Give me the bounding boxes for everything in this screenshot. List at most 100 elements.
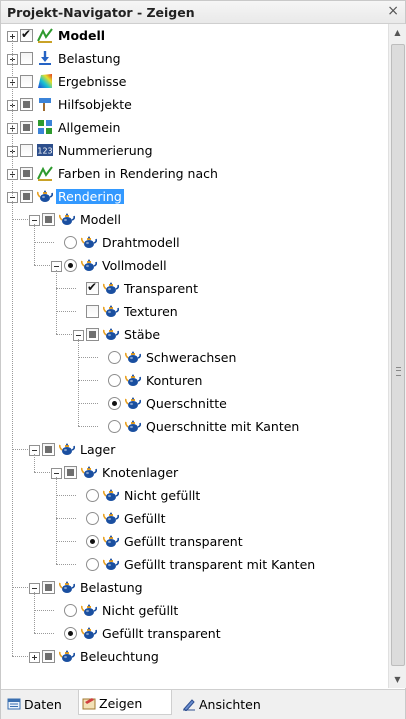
teapot-icon bbox=[102, 326, 120, 342]
scroll-up-icon[interactable]: ▲ bbox=[389, 24, 406, 41]
visibility-checkbox[interactable] bbox=[86, 305, 99, 318]
option-radio[interactable] bbox=[64, 259, 77, 272]
tree-row[interactable]: Belastung bbox=[1, 47, 387, 70]
expand-icon[interactable] bbox=[29, 652, 40, 663]
visibility-checkbox[interactable] bbox=[42, 213, 55, 226]
tree-item-label: Vollmodell bbox=[102, 258, 167, 273]
scrollbar-thumb[interactable] bbox=[391, 44, 405, 666]
tree-row[interactable]: Allgemein bbox=[1, 116, 387, 139]
visibility-checkbox[interactable] bbox=[20, 121, 33, 134]
visibility-checkbox[interactable] bbox=[20, 75, 33, 88]
tab-label: Daten bbox=[24, 697, 62, 712]
tree-row[interactable]: Hilfsobjekte bbox=[1, 93, 387, 116]
tree-row[interactable]: Querschnitte mit Kanten bbox=[1, 415, 387, 438]
numbering-icon: 123 bbox=[37, 142, 53, 158]
tab-zeigen[interactable]: Zeigen bbox=[78, 690, 172, 715]
teapot-icon bbox=[102, 303, 120, 319]
tab-ansichten[interactable]: Ansichten bbox=[179, 694, 274, 714]
tree-guide-line bbox=[12, 201, 13, 656]
tree-row[interactable]: Lager bbox=[1, 438, 387, 461]
tree-row[interactable]: Ergebnisse bbox=[1, 70, 387, 93]
tree-item-label: Transparent bbox=[124, 281, 199, 296]
tree-item-label: Gefüllt transparent bbox=[124, 534, 243, 549]
visibility-checkbox[interactable] bbox=[42, 443, 55, 456]
close-icon[interactable]: × bbox=[387, 3, 399, 19]
tree-guide-line bbox=[34, 224, 35, 265]
option-radio[interactable] bbox=[64, 627, 77, 640]
visibility-checkbox[interactable] bbox=[42, 581, 55, 594]
tree-row[interactable]: Texturen bbox=[1, 300, 387, 323]
visibility-checkbox[interactable] bbox=[86, 280, 99, 295]
tree-row[interactable]: Gefüllt transparent mit Kanten bbox=[1, 553, 387, 576]
option-radio[interactable] bbox=[86, 512, 99, 525]
option-radio[interactable] bbox=[64, 604, 77, 617]
tree-row[interactable]: Gefüllt transparent bbox=[1, 530, 387, 553]
tree-row[interactable]: Modell bbox=[1, 208, 387, 231]
tree-guide-line bbox=[56, 477, 57, 564]
tree-guide-line bbox=[34, 454, 35, 472]
views-tab-icon bbox=[183, 699, 195, 711]
navigator-tabbar: Daten Zeigen Ansichten bbox=[1, 689, 405, 719]
tree-row[interactable]: Modell bbox=[1, 24, 387, 47]
tree-row[interactable]: Beleuchtung bbox=[1, 645, 387, 668]
teapot-icon bbox=[102, 510, 120, 526]
visibility-checkbox[interactable] bbox=[20, 52, 33, 65]
tree-row[interactable]: Gefüllt bbox=[1, 507, 387, 530]
option-radio[interactable] bbox=[108, 374, 121, 387]
option-radio[interactable] bbox=[86, 558, 99, 571]
tree-row[interactable]: Querschnitte bbox=[1, 392, 387, 415]
teapot-icon bbox=[102, 556, 120, 572]
tree-row[interactable]: Konturen bbox=[1, 369, 387, 392]
tree-item-label: Drahtmodell bbox=[102, 235, 180, 250]
visibility-checkbox[interactable] bbox=[20, 144, 33, 157]
teapot-icon bbox=[124, 395, 142, 411]
vertical-scrollbar[interactable]: ▲ ▼ bbox=[388, 24, 406, 688]
teapot-icon bbox=[36, 188, 54, 204]
visibility-checkbox[interactable] bbox=[20, 167, 33, 180]
teapot-icon bbox=[124, 372, 142, 388]
visibility-checkbox[interactable] bbox=[64, 466, 77, 479]
tree-row[interactable]: Schwerachsen bbox=[1, 346, 387, 369]
option-radio[interactable] bbox=[108, 351, 121, 364]
option-radio[interactable] bbox=[108, 397, 121, 410]
option-radio[interactable] bbox=[108, 420, 121, 433]
tree-row[interactable]: Drahtmodell bbox=[1, 231, 387, 254]
tree-row[interactable]: Transparent bbox=[1, 277, 387, 300]
visibility-checkbox[interactable] bbox=[86, 328, 99, 341]
visibility-checkbox[interactable] bbox=[20, 98, 33, 111]
tree-item-label: Rendering bbox=[56, 189, 124, 204]
tree-row[interactable]: Rendering bbox=[1, 185, 387, 208]
tree-row[interactable]: Knotenlager bbox=[1, 461, 387, 484]
tree-item-label: Nummerierung bbox=[58, 143, 153, 158]
tree-guide-line bbox=[34, 592, 35, 633]
tree-row[interactable]: Stäbe bbox=[1, 323, 387, 346]
tree-item-label: Modell bbox=[80, 212, 122, 227]
tree-row[interactable]: Nicht gefüllt bbox=[1, 484, 387, 507]
tree-item-label: Belastung bbox=[80, 580, 143, 595]
scroll-down-icon[interactable]: ▼ bbox=[389, 671, 406, 688]
tree-item-label: Hilfsobjekte bbox=[58, 97, 132, 112]
tree-guide-line bbox=[12, 40, 13, 196]
data-tab-icon bbox=[7, 698, 21, 710]
display-tab-icon bbox=[82, 698, 96, 710]
visibility-checkbox[interactable] bbox=[20, 190, 33, 203]
project-navigator-panel: Projekt-Navigator - Zeigen × Modell Belas… bbox=[0, 0, 406, 719]
svg-text:123: 123 bbox=[37, 147, 52, 156]
option-radio[interactable] bbox=[86, 489, 99, 502]
teapot-icon bbox=[58, 648, 76, 664]
teapot-icon bbox=[102, 280, 120, 296]
option-radio[interactable] bbox=[86, 535, 99, 548]
tab-daten[interactable]: Daten bbox=[4, 694, 74, 714]
option-radio[interactable] bbox=[64, 236, 77, 249]
tree-row[interactable]: Farben in Rendering nach bbox=[1, 162, 387, 185]
tree-row[interactable]: Gefüllt transparent bbox=[1, 622, 387, 645]
tree-guide-line bbox=[56, 270, 57, 334]
tree-row[interactable]: 123 Nummerierung bbox=[1, 139, 387, 162]
tree-item-label: Texturen bbox=[124, 304, 178, 319]
tree-row[interactable]: Belastung bbox=[1, 576, 387, 599]
tree-row[interactable]: Nicht gefüllt bbox=[1, 599, 387, 622]
teapot-icon bbox=[124, 418, 142, 434]
visibility-checkbox[interactable] bbox=[20, 27, 33, 42]
tree-row[interactable]: Vollmodell bbox=[1, 254, 387, 277]
visibility-checkbox[interactable] bbox=[42, 650, 55, 663]
